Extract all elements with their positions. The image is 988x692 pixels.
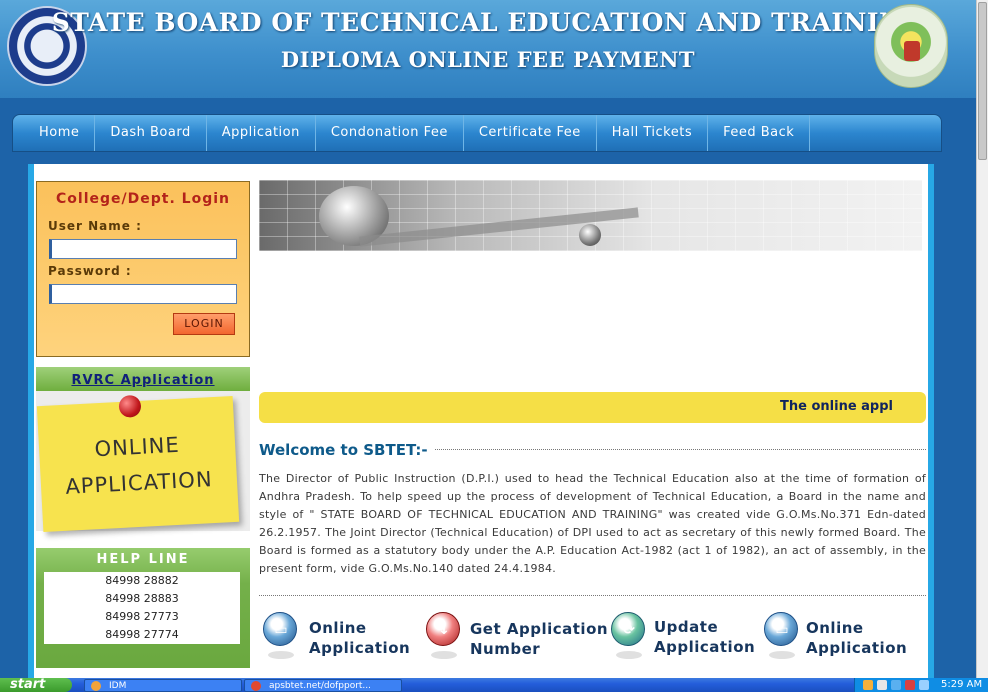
action-label-line1: Online bbox=[309, 619, 367, 637]
rvrc-header: RVRC Application bbox=[36, 367, 250, 391]
note-line-1: ONLINE bbox=[93, 432, 181, 462]
note-line-2: APPLICATION bbox=[64, 467, 214, 499]
rvrc-application-link[interactable]: RVRC Application bbox=[71, 373, 214, 388]
helpline-number: 84998 28882 bbox=[105, 574, 179, 587]
username-input[interactable] bbox=[49, 239, 237, 259]
push-pin-icon bbox=[118, 394, 142, 418]
clock: 5:29 AM bbox=[941, 679, 983, 690]
site-subtitle: DIPLOMA ONLINE FEE PAYMENT bbox=[280, 47, 696, 72]
site-header: STATE BOARD OF TECHNICAL EDUCATION AND T… bbox=[0, 0, 976, 98]
nav-feed-back[interactable]: Feed Back bbox=[708, 115, 811, 151]
nav-dash-board[interactable]: Dash Board bbox=[95, 115, 207, 151]
helpline-title: HELP LINE bbox=[96, 552, 190, 567]
taskbar-item-browser[interactable]: apsbtet.net/dofpport... bbox=[244, 679, 402, 692]
nav-hall-tickets[interactable]: Hall Tickets bbox=[597, 115, 709, 151]
idm-icon bbox=[91, 681, 101, 691]
password-label: Password : bbox=[48, 264, 132, 278]
nav-condonation-fee[interactable]: Condonation Fee bbox=[316, 115, 464, 151]
nav-certificate-fee[interactable]: Certificate Fee bbox=[464, 115, 597, 151]
online-application-note-image[interactable]: ONLINE APPLICATION bbox=[36, 391, 250, 533]
action-label-line1: Update bbox=[654, 618, 719, 636]
password-input[interactable] bbox=[49, 284, 237, 304]
taskbar-item-idm[interactable]: IDM bbox=[84, 679, 242, 692]
helpline-panel: HELP LINE 84998 28882 84998 28883 84998 … bbox=[36, 548, 250, 668]
helpline-number: 84998 27773 bbox=[105, 610, 179, 623]
dotted-divider bbox=[259, 595, 926, 596]
welcome-section: Welcome to SBTET:- bbox=[259, 440, 926, 460]
helpline-number: 84998 28883 bbox=[105, 592, 179, 605]
announcement-marquee: The online appli bbox=[259, 392, 926, 423]
welcome-title: Welcome to SBTET:- bbox=[259, 441, 434, 459]
action-label-line1: Get Application bbox=[470, 620, 609, 638]
action-label-line1: Online bbox=[806, 619, 864, 637]
login-title: College/Dept. Login bbox=[56, 191, 230, 207]
action-label-line2: Application bbox=[654, 638, 756, 656]
sticky-note: ONLINE APPLICATION bbox=[36, 394, 240, 533]
nav-application[interactable]: Application bbox=[207, 115, 316, 151]
login-button[interactable]: LOGIN bbox=[173, 313, 235, 335]
refresh-icon: ⟳ bbox=[611, 612, 645, 659]
task-label: apsbtet.net/dofpport... bbox=[269, 681, 372, 691]
welcome-paragraph: The Director of Public Instruction (D.P.… bbox=[259, 472, 926, 575]
username-label: User Name : bbox=[48, 219, 142, 233]
nav-home[interactable]: Home bbox=[13, 115, 96, 151]
vertical-scrollbar[interactable] bbox=[976, 0, 988, 678]
marquee-text: The online appli bbox=[780, 399, 893, 414]
tray-icon[interactable] bbox=[905, 680, 915, 690]
download-icon: ↓ bbox=[426, 612, 460, 659]
tray-icon[interactable] bbox=[891, 680, 901, 690]
windows-taskbar: start IDM apsbtet.net/dofpport... 5:29 A… bbox=[0, 678, 988, 692]
task-label: IDM bbox=[109, 681, 127, 691]
scrollbar-thumb[interactable] bbox=[978, 2, 987, 160]
site-title: STATE BOARD OF TECHNICAL EDUCATION AND T… bbox=[51, 8, 925, 37]
helpline-list: 84998 28882 84998 28883 84998 27773 8499… bbox=[44, 572, 240, 644]
state-emblem-logo bbox=[874, 4, 948, 88]
action-label-line2: Application bbox=[309, 639, 411, 657]
action-label-line2: Application bbox=[806, 639, 908, 657]
computer-icon: ▭ bbox=[764, 612, 798, 659]
start-button[interactable]: start bbox=[0, 678, 72, 692]
tray-icon[interactable] bbox=[877, 680, 887, 690]
tray-icon[interactable] bbox=[863, 680, 873, 690]
computer-icon: ▭ bbox=[263, 612, 297, 659]
helpline-number: 84998 27774 bbox=[105, 628, 179, 641]
login-panel: College/Dept. Login User Name : Password… bbox=[36, 181, 250, 357]
system-tray: 5:29 AM bbox=[854, 678, 988, 692]
quick-actions: ▭ Online Application ↓ Get Application Num… bbox=[259, 606, 926, 666]
tray-icon[interactable] bbox=[919, 680, 929, 690]
main-nav: Home Dash Board Application Condonation … bbox=[12, 114, 942, 152]
engineering-banner-image bbox=[259, 180, 922, 251]
action-label-line2: Number bbox=[470, 640, 541, 658]
chrome-icon bbox=[251, 681, 261, 691]
